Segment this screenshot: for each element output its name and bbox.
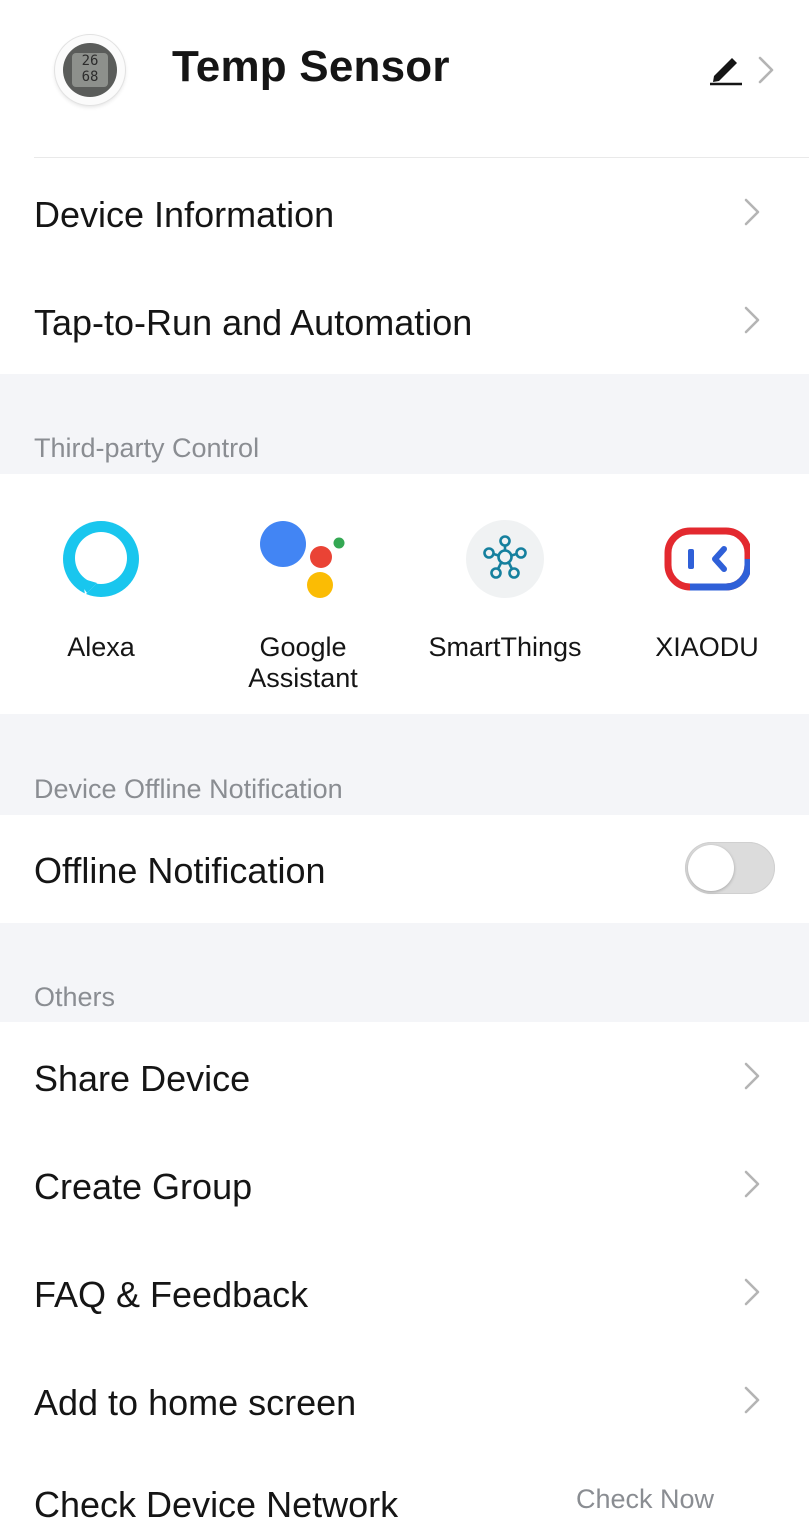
chevron-right-icon — [742, 1278, 762, 1311]
alexa-label: Alexa — [67, 632, 135, 662]
others-section-header: Others — [0, 923, 809, 1022]
third-party-title: Third-party Control — [34, 433, 260, 463]
chevron-right-icon[interactable] — [756, 56, 776, 89]
share-device-label: Share Device — [34, 1058, 251, 1099]
xiaodu-icon — [664, 519, 752, 599]
third-party-smartthings[interactable]: SmartThings — [405, 519, 605, 699]
lcd-temperature: 26 — [81, 53, 99, 69]
google-assistant-label: Google Assistant — [203, 632, 403, 694]
chevron-right-icon — [742, 1170, 762, 1203]
check-device-network-label[interactable]: Check Device Network — [34, 1484, 398, 1526]
toggle-knob — [688, 845, 734, 891]
third-party-xiaodu[interactable]: XIAODU — [607, 519, 807, 699]
edit-pencil-icon[interactable] — [706, 52, 746, 91]
offline-section-header: Device Offline Notification — [0, 714, 809, 815]
menu-item-share-device[interactable]: Share Device — [0, 1022, 809, 1130]
menu-item-create-group[interactable]: Create Group — [0, 1130, 809, 1238]
xiaodu-label: XIAODU — [655, 632, 759, 662]
lcd-humidity: 68 — [81, 69, 99, 85]
google-assistant-label-line1: Google — [259, 632, 347, 662]
menu-item-tap-to-run[interactable]: Tap-to-Run and Automation — [0, 266, 809, 374]
chevron-right-icon — [742, 198, 762, 231]
create-group-label: Create Group — [34, 1166, 253, 1207]
sensor-lcd: 26 68 — [72, 53, 108, 87]
menu-item-add-to-home-screen[interactable]: Add to home screen — [0, 1346, 809, 1454]
google-assistant-icon — [258, 519, 348, 599]
device-thumbnail[interactable]: 26 68 — [55, 35, 125, 105]
device-name: Temp Sensor — [172, 42, 450, 91]
offline-notification-toggle[interactable] — [685, 842, 775, 894]
menu-item-device-information[interactable]: Device Information — [0, 158, 809, 266]
offline-section-title: Device Offline Notification — [34, 774, 343, 804]
alexa-icon — [61, 519, 141, 599]
add-to-home-screen-label: Add to home screen — [34, 1382, 357, 1423]
tap-to-run-label: Tap-to-Run and Automation — [34, 302, 473, 343]
sensor-face: 26 68 — [63, 43, 117, 97]
offline-notification-label: Offline Notification — [34, 850, 326, 891]
smartthings-label: SmartThings — [428, 632, 582, 662]
third-party-list: Alexa Google Assistant SmartThings XIAOD… — [0, 474, 809, 714]
chevron-right-icon — [742, 1062, 762, 1095]
smartthings-icon — [465, 519, 545, 599]
menu-item-faq-feedback[interactable]: FAQ & Feedback — [0, 1238, 809, 1346]
chevron-right-icon — [742, 1386, 762, 1419]
google-assistant-label-line2: Assistant — [248, 663, 358, 693]
third-party-section-header: Third-party Control — [0, 374, 809, 474]
others-title: Others — [34, 982, 116, 1012]
device-information-label: Device Information — [34, 194, 335, 235]
faq-feedback-label: FAQ & Feedback — [34, 1274, 309, 1315]
chevron-right-icon — [742, 306, 762, 339]
device-header: 26 68 Temp Sensor — [0, 0, 809, 158]
third-party-google-assistant[interactable]: Google Assistant — [203, 519, 403, 699]
third-party-alexa[interactable]: Alexa — [1, 519, 201, 699]
